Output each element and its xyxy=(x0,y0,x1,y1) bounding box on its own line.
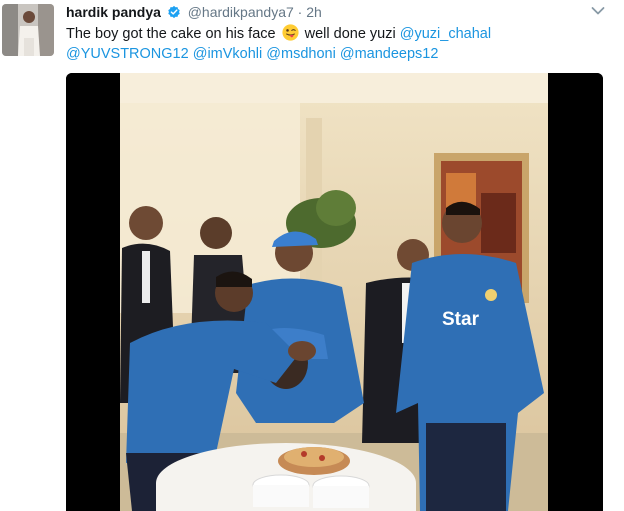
tweet-timestamp[interactable]: 2h xyxy=(306,4,322,20)
tweet-text: The boy got the cake on his face well do… xyxy=(66,24,606,64)
jersey-star-logo: Star xyxy=(442,309,480,330)
video-frame: Star xyxy=(66,73,603,511)
mention-link[interactable]: @YUVSTRONG12 xyxy=(66,46,189,62)
author-handle[interactable]: @hardikpandya7 xyxy=(188,4,294,20)
winking-tongue-emoji-icon xyxy=(282,24,299,41)
tweet-card: hardik pandya @hardikpandya7 · 2h The bo… xyxy=(0,0,624,511)
tweet-text-part-2: well done yuzi xyxy=(304,26,396,42)
verified-badge-icon xyxy=(168,5,180,19)
mention-link[interactable]: @imVkohli xyxy=(193,46,263,62)
tweet-header: hardik pandya @hardikpandya7 · 2h xyxy=(66,3,322,21)
avatar[interactable] xyxy=(2,4,54,56)
mention-link[interactable]: @mandeeps12 xyxy=(340,46,439,62)
mention-link[interactable]: @msdhoni xyxy=(266,46,336,62)
author-name[interactable]: hardik pandya xyxy=(66,4,161,20)
chevron-down-icon[interactable] xyxy=(590,3,606,19)
separator-dot: · xyxy=(297,4,303,20)
tweet-text-part-1: The boy got the cake on his face xyxy=(66,26,276,42)
video-player[interactable]: Star xyxy=(66,73,603,511)
mention-link[interactable]: @yuzi_chahal xyxy=(400,26,491,42)
